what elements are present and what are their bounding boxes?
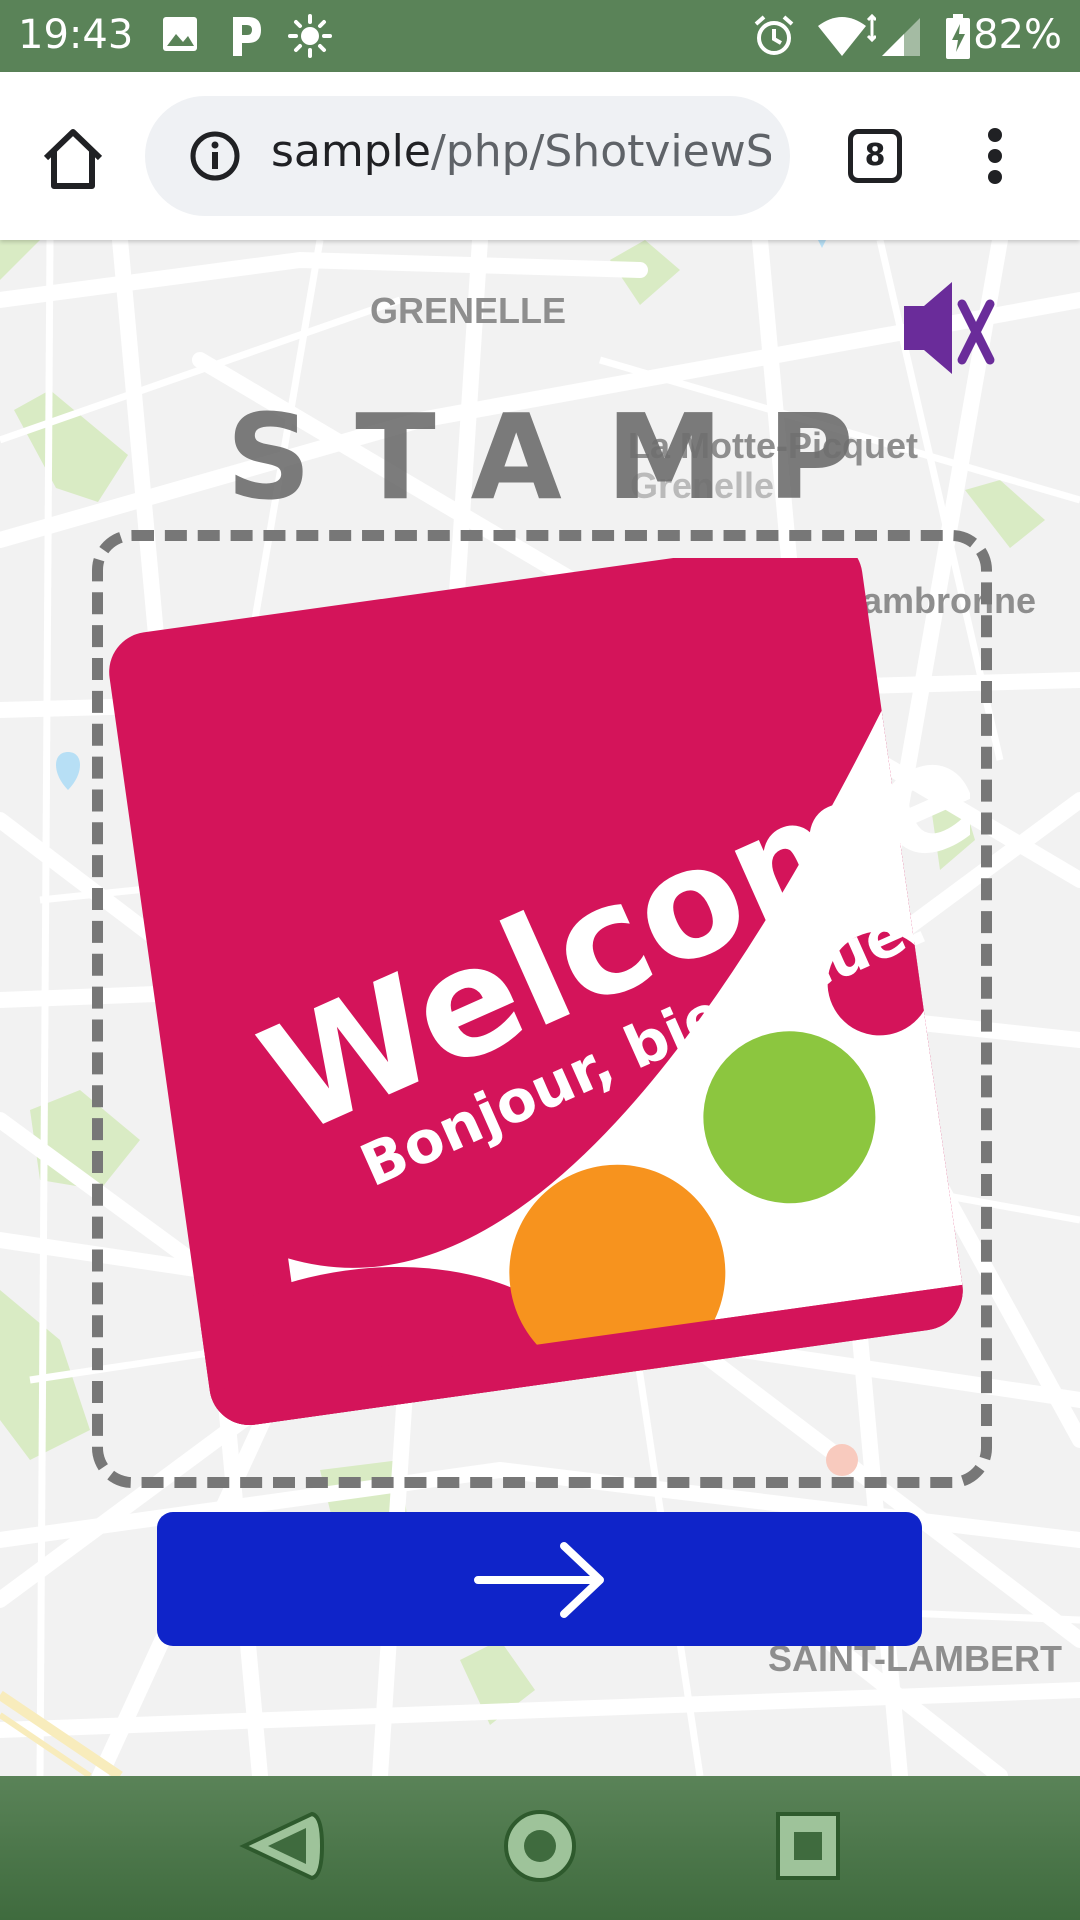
home-icon[interactable]	[38, 124, 108, 194]
address-bar[interactable]: sample/php/ShotviewS	[145, 96, 790, 216]
mute-icon[interactable]	[900, 278, 1020, 378]
page-content: GRENELLE La Motte-Picquet Grenelle Cambr…	[0, 240, 1080, 1776]
alarm-icon	[754, 15, 794, 55]
battery-charging-icon	[946, 14, 970, 59]
tab-switcher-button[interactable]: 8	[848, 129, 902, 183]
battery-level: 82%	[973, 12, 1062, 58]
recents-icon[interactable]	[774, 1806, 844, 1886]
brightness-icon	[288, 14, 332, 58]
map-label-grenelle: GRENELLE	[370, 290, 567, 331]
stamp-title: STAMP	[226, 388, 898, 526]
wifi-icon	[818, 14, 876, 56]
status-time: 19:43	[18, 12, 134, 58]
url-path: /php/ShotviewS	[430, 126, 771, 177]
welcome-stamp-image: Welcome Bonjour, bienveue.	[109, 558, 970, 1431]
next-button[interactable]	[157, 1512, 922, 1646]
info-icon[interactable]	[189, 130, 241, 182]
parking-icon	[233, 17, 261, 56]
overflow-menu-icon[interactable]	[978, 126, 1014, 186]
signal-icon	[882, 18, 920, 56]
navigation-bar	[0, 1776, 1080, 1920]
browser-toolbar: sample/php/ShotviewS 8	[0, 72, 1080, 240]
url-host: sample	[271, 126, 431, 177]
home-circle-icon[interactable]	[500, 1806, 580, 1886]
arrow-right-icon	[474, 1542, 604, 1618]
image-icon	[163, 17, 197, 51]
back-icon[interactable]	[238, 1806, 328, 1886]
status-bar: 19:43 82%	[0, 0, 1080, 72]
url-text[interactable]: sample/php/ShotviewS	[271, 126, 771, 177]
